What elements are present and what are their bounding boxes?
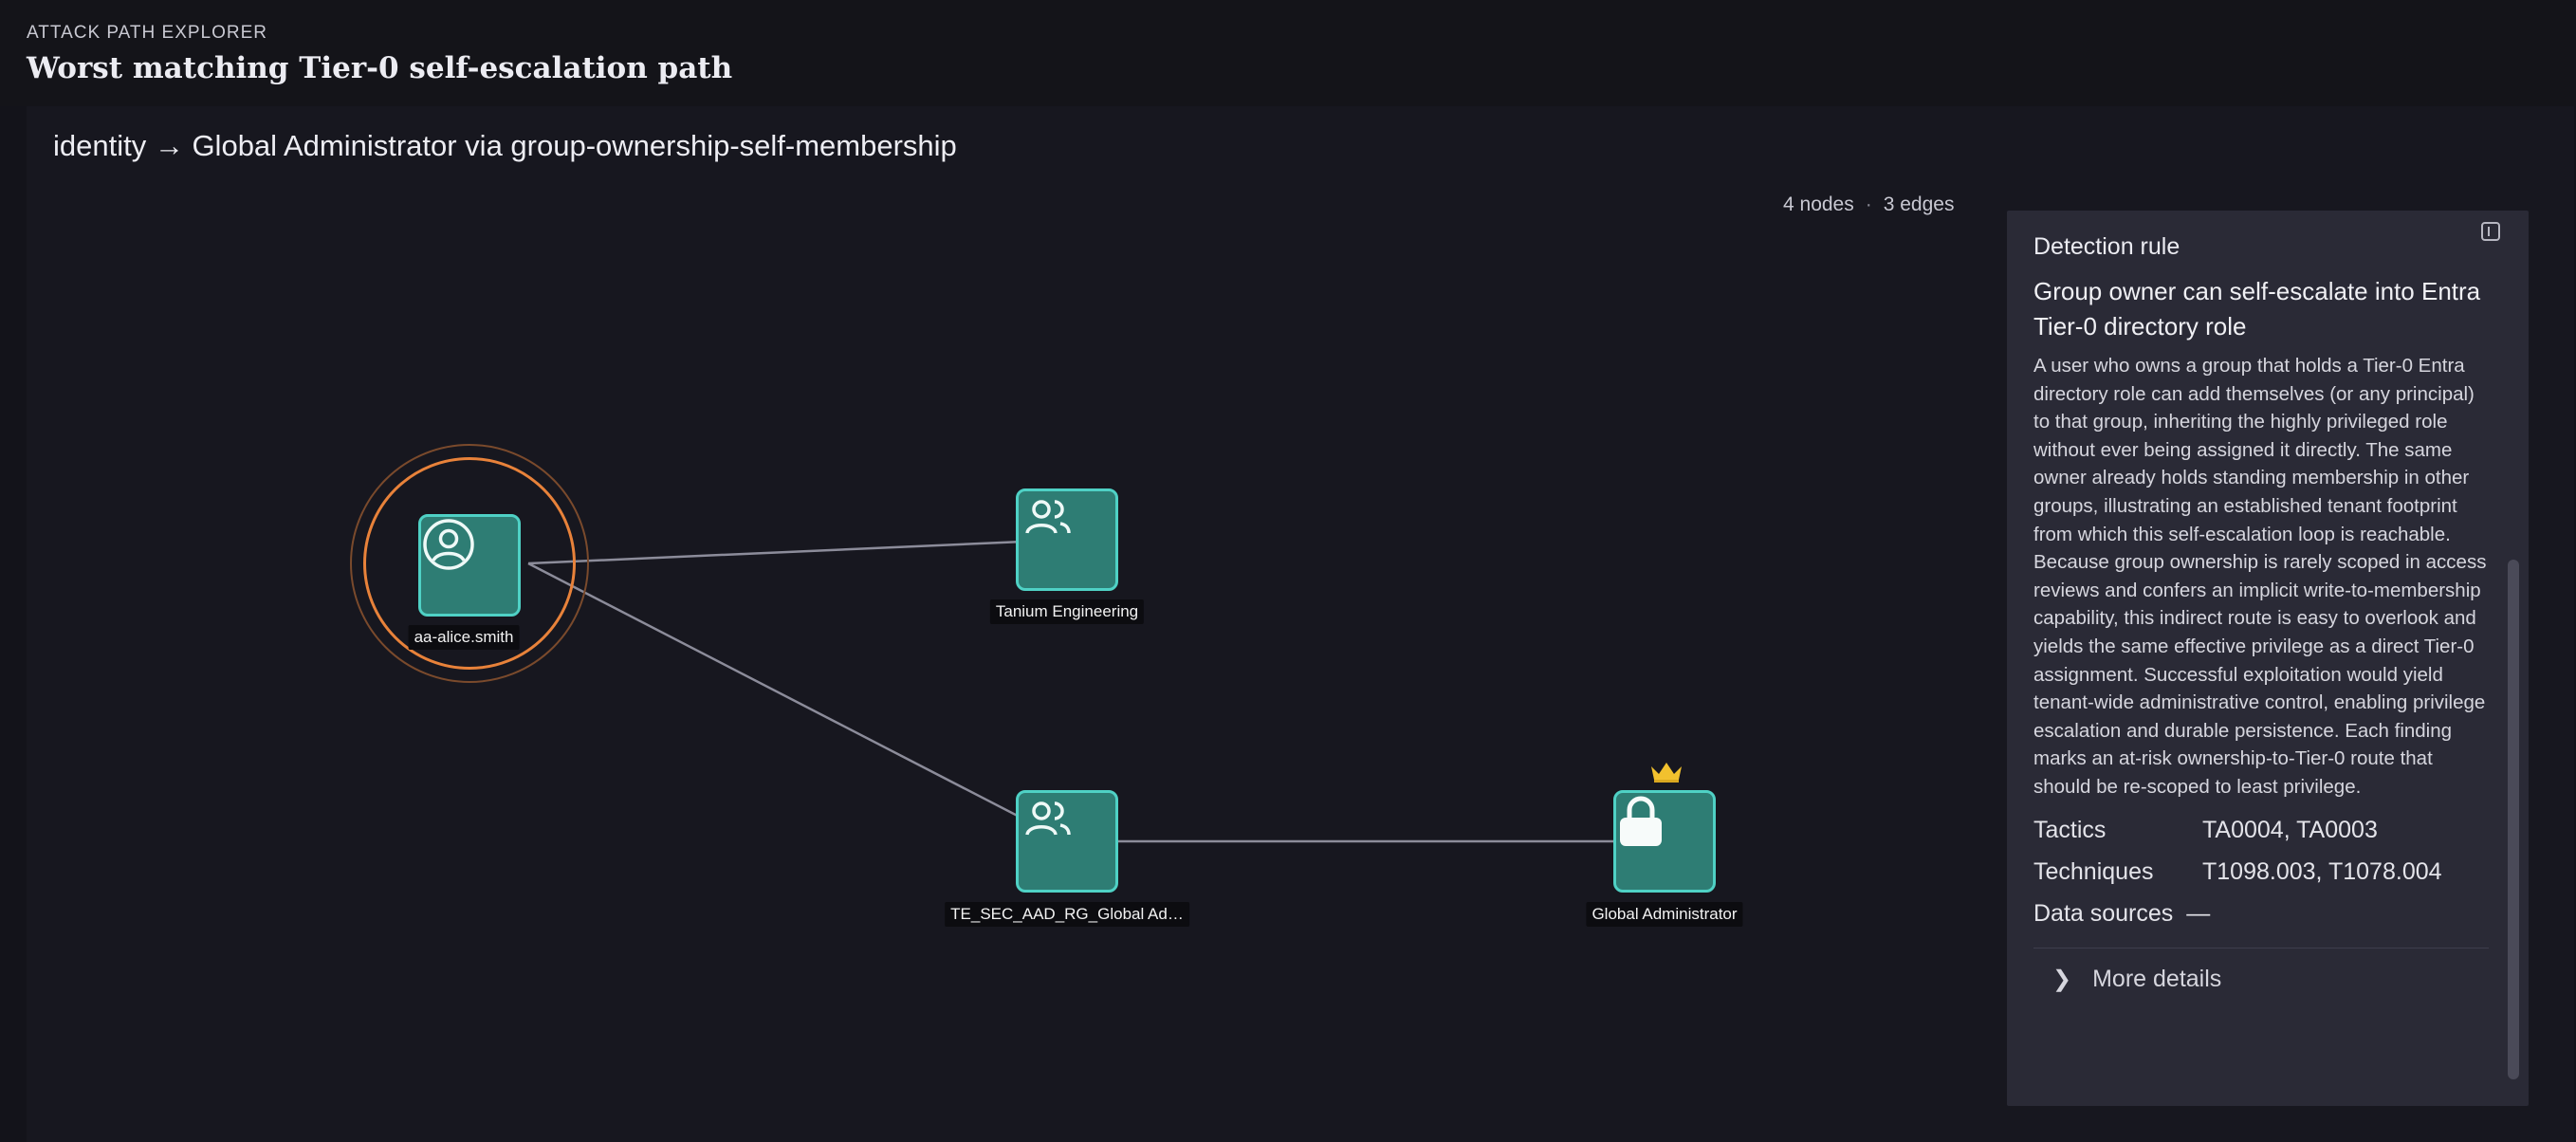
detection-rule-heading: Detection rule (2033, 233, 2180, 260)
more-details-toggle[interactable]: ❯ More details (2033, 966, 2489, 993)
node-global-administrator[interactable] (1613, 790, 1716, 893)
panel-scrollbar[interactable] (2508, 560, 2519, 1079)
node-label-global-administrator: Global Administrator (1586, 902, 1743, 927)
panel-divider (2033, 947, 2489, 949)
edges-layer (527, 538, 1665, 843)
page-title: Worst matching Tier-0 self-escalation pa… (27, 51, 733, 85)
page-header: ATTACK PATH EXPLORER Worst matching Tier… (0, 0, 2576, 106)
data-sources-value: — (2186, 899, 2211, 927)
techniques-label: Techniques (2033, 857, 2154, 885)
edge-alice-tesec[interactable] (527, 562, 1068, 843)
node-te-sec-aad-rg-global-admin[interactable] (1016, 790, 1118, 893)
tactics-label: Tactics (2033, 816, 2107, 843)
section-eyebrow: ATTACK PATH EXPLORER (27, 23, 268, 43)
chevron-right-icon: ❯ (2052, 966, 2072, 992)
users-icon (1025, 500, 1071, 534)
user-circle-icon (423, 519, 474, 570)
detection-rule-panel: Detection rule Group owner can self-esca… (2007, 211, 2529, 1106)
tactics-value: TA0004, TA0003 (2202, 816, 2378, 843)
collapse-panel-icon[interactable] (2481, 222, 2500, 241)
more-details-label: More details (2092, 965, 2222, 992)
techniques-row: Techniques T1098.003, T1078.004 (2033, 851, 2489, 893)
node-aa-alice-smith[interactable] (418, 514, 521, 617)
lock-icon (1620, 796, 1662, 846)
node-label-tanium-engineering: Tanium Engineering (989, 599, 1145, 624)
data-sources-row: Data sources — (2033, 893, 2489, 934)
techniques-value: T1098.003, T1078.004 (2202, 857, 2442, 885)
node-tanium-engineering[interactable] (1016, 488, 1118, 591)
crown-icon (1651, 763, 1682, 783)
edge-alice-tanium[interactable] (527, 538, 1068, 565)
rule-description: A user who owns a group that holds a Tie… (2033, 355, 2487, 798)
rule-title: Group owner can self-escalate into Entra… (2033, 277, 2481, 341)
graph-canvas[interactable]: aa-alice.smith Tanium Engineering TE_SEC… (27, 180, 1997, 1138)
data-sources-label: Data sources (2033, 899, 2174, 927)
path-title: identity → Global Administrator via grou… (53, 129, 957, 162)
tactics-row: Tactics TA0004, TA0003 (2033, 809, 2489, 851)
node-label-aa-alice-smith: aa-alice.smith (408, 625, 520, 650)
users-icon (1025, 801, 1071, 836)
node-label-te-sec-aad-rg-global-admin: TE_SEC_AAD_RG_Global Ad… (945, 902, 1189, 927)
